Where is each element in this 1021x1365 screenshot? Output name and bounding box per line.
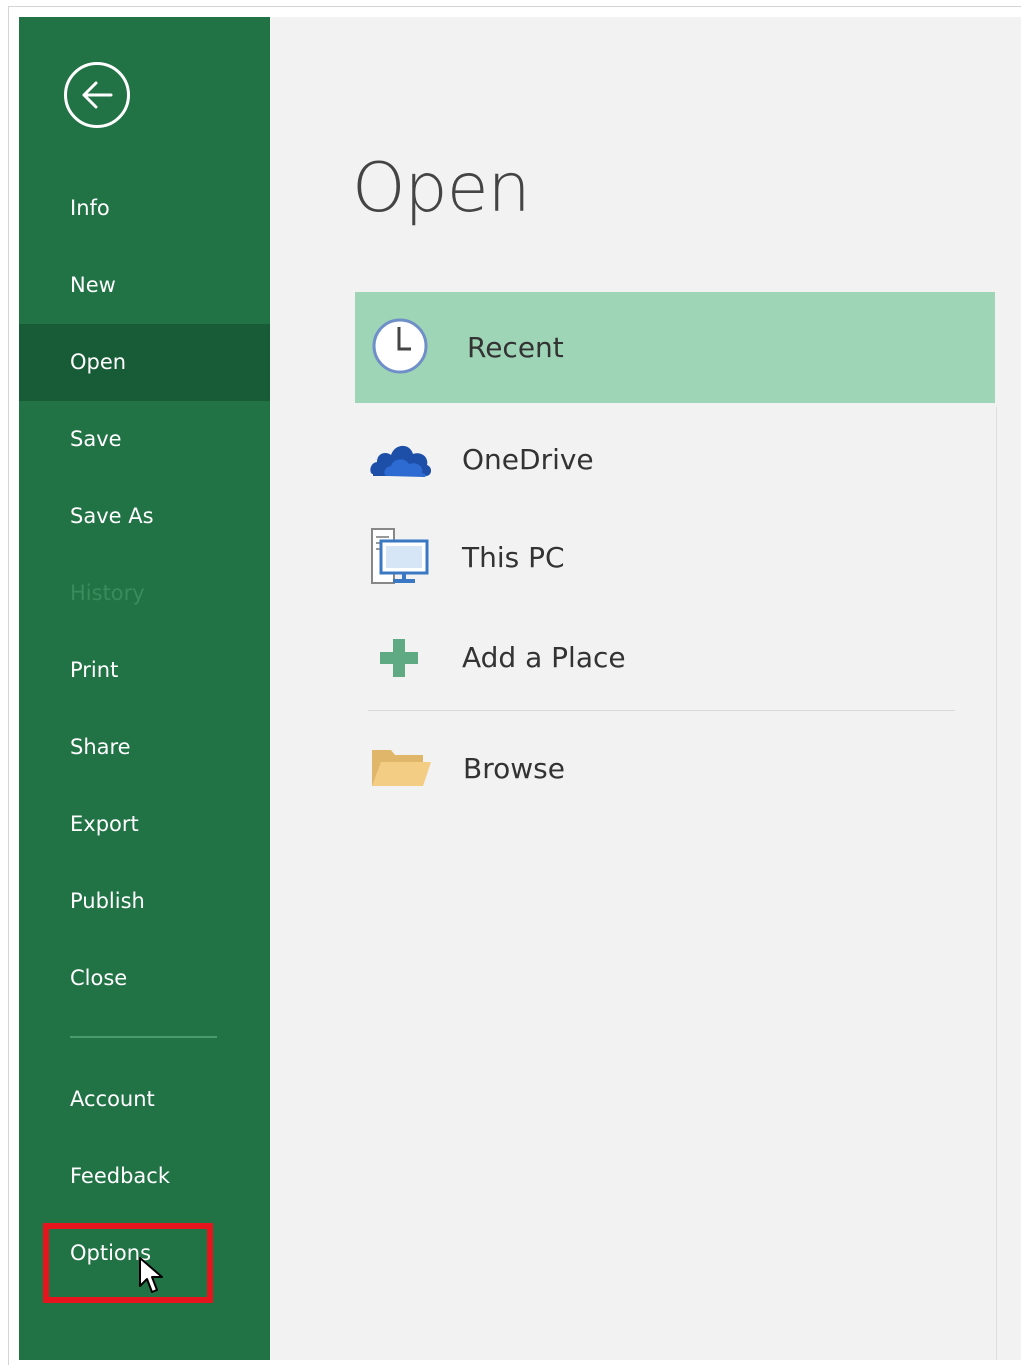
panel-divider: [996, 407, 997, 1360]
cloud-icon: [370, 445, 432, 477]
location-label: Recent: [467, 331, 564, 364]
location-onedrive[interactable]: OneDrive: [355, 404, 995, 515]
location-recent[interactable]: Recent: [355, 292, 995, 403]
options-highlight-box: [43, 1223, 213, 1303]
location-this-pc[interactable]: This PC: [355, 502, 995, 613]
backstage-sidebar: Info New Open Save Save As History Print…: [19, 17, 270, 1360]
location-label: Add a Place: [462, 641, 626, 674]
back-button[interactable]: [64, 62, 130, 128]
locations-divider: [368, 710, 955, 711]
nav-item-save[interactable]: Save: [19, 401, 270, 478]
folder-icon: [372, 750, 431, 786]
computer-icon: [371, 528, 429, 584]
location-label: This PC: [462, 541, 565, 574]
clock-icon: [372, 318, 428, 374]
location-label: Browse: [463, 752, 565, 785]
back-arrow-icon: [82, 81, 113, 109]
nav-item-save-as[interactable]: Save As: [19, 478, 270, 555]
page-title: Open: [352, 149, 531, 228]
nav-item-print[interactable]: Print: [19, 632, 270, 709]
nav-item-info[interactable]: Info: [19, 170, 270, 247]
location-browse[interactable]: Browse: [355, 713, 995, 824]
nav-item-account[interactable]: Account: [19, 1061, 270, 1138]
nav-item-export[interactable]: Export: [19, 786, 270, 863]
plus-icon: [380, 639, 418, 677]
backstage-main: Open Recent OneDrive This PC Add a Place: [270, 17, 1021, 1360]
nav-item-close[interactable]: Close: [19, 940, 270, 1017]
location-label: OneDrive: [462, 443, 594, 476]
nav-item-publish[interactable]: Publish: [19, 863, 270, 940]
nav-item-new[interactable]: New: [19, 247, 270, 324]
nav-item-history: History: [70, 581, 145, 605]
mouse-pointer-icon: [139, 1257, 163, 1293]
nav-item-share[interactable]: Share: [19, 709, 270, 786]
nav-divider: [70, 1036, 217, 1038]
nav-item-open[interactable]: Open: [19, 324, 270, 401]
location-add-a-place[interactable]: Add a Place: [355, 602, 995, 713]
nav-item-feedback[interactable]: Feedback: [19, 1138, 270, 1215]
